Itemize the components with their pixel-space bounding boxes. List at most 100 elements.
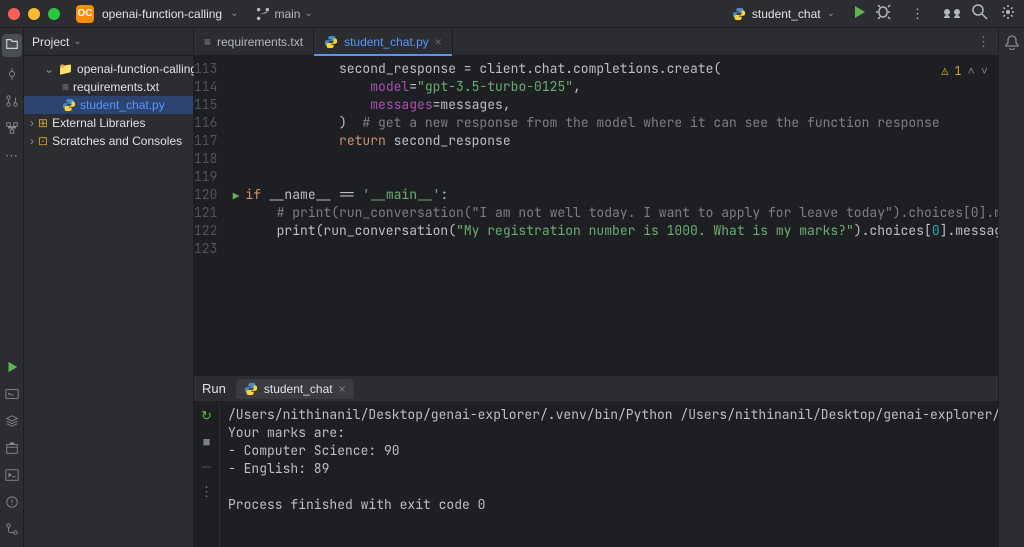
commit-tool-icon[interactable] xyxy=(5,67,19,84)
tab-student-chat[interactable]: student_chat.py × xyxy=(314,28,453,55)
tree-external-libraries[interactable]: › ⊞ External Libraries xyxy=(24,114,193,132)
python-icon xyxy=(244,382,258,396)
search-icon[interactable] xyxy=(972,4,988,23)
inspection-widget[interactable]: ⚠ 1 ˄ ˅ xyxy=(941,62,988,80)
chevron-down-icon: ⌄ xyxy=(304,8,312,19)
run-header: Run student_chat × xyxy=(194,376,1024,402)
tree-file-student-chat[interactable]: student_chat.py xyxy=(24,96,193,114)
project-name[interactable]: openai-function-calling xyxy=(102,7,222,21)
line-number: 122 xyxy=(194,222,225,240)
line-number: 113 xyxy=(194,60,225,78)
library-icon: ⊞ xyxy=(38,116,48,130)
file-icon: ≡ xyxy=(62,80,69,94)
close-window[interactable] xyxy=(8,8,20,20)
tab-label: student_chat.py xyxy=(344,35,429,49)
line-number: 123 xyxy=(194,240,225,258)
branch-selector[interactable]: main ⌄ xyxy=(256,7,312,21)
chevron-up-icon[interactable]: ˄ xyxy=(968,62,975,80)
maximize-window[interactable] xyxy=(48,8,60,20)
notifications-icon[interactable] xyxy=(1004,34,1020,53)
python-icon xyxy=(732,7,746,21)
run-button[interactable] xyxy=(851,4,867,23)
settings-icon[interactable] xyxy=(1000,4,1016,23)
bottom-left-rail xyxy=(0,352,24,547)
chevron-down-icon: ⌄ xyxy=(73,36,81,47)
scratches-label: Scratches and Consoles xyxy=(52,134,182,148)
chevron-down-icon: ⌄ xyxy=(44,62,54,76)
code-editor[interactable]: ⚠ 1 ˄ ˅ 113 114 115 116 117 118 119 120▶… xyxy=(194,56,998,375)
stop-icon[interactable]: ■ xyxy=(203,434,211,449)
close-tab-icon[interactable]: × xyxy=(435,35,442,49)
scratch-icon: ⊡ xyxy=(38,134,48,148)
debug-button[interactable] xyxy=(875,4,891,23)
version-control-icon[interactable] xyxy=(5,522,19,539)
more-tools-icon[interactable]: ⋯ xyxy=(5,148,18,164)
run-gutter-icon[interactable]: ▶ xyxy=(233,188,240,206)
pull-requests-icon[interactable] xyxy=(5,94,19,111)
rerun-icon[interactable]: ↻ xyxy=(201,408,212,424)
services-icon[interactable] xyxy=(5,414,19,431)
project-panel: Project ⌄ ⌄ 📁 openai-function-calling ~/… xyxy=(24,28,194,547)
tree-scratches[interactable]: › ⊡ Scratches and Consoles xyxy=(24,132,193,150)
python-packages-icon[interactable] xyxy=(5,441,19,458)
project-tree: ⌄ 📁 openai-function-calling ~/Des ≡ requ… xyxy=(24,56,193,154)
python-icon xyxy=(62,98,76,112)
code-content[interactable]: second_response = client.chat.completion… xyxy=(225,56,998,375)
editor-tabs: ≡ requirements.txt student_chat.py × ⋮ xyxy=(194,28,998,56)
right-tool-rail xyxy=(998,28,1024,547)
chevron-down-icon[interactable]: ⌄ xyxy=(230,8,238,19)
warning-icon: ⚠ xyxy=(941,62,948,80)
chevron-down-icon: ⌄ xyxy=(827,8,835,19)
tab-more-icon[interactable]: ⋮ xyxy=(969,34,998,50)
project-panel-header[interactable]: Project ⌄ xyxy=(24,28,193,56)
problems-icon[interactable] xyxy=(5,495,19,512)
project-tool-icon[interactable] xyxy=(2,34,22,57)
line-number: 114 xyxy=(194,78,225,96)
file-name: student_chat.py xyxy=(80,98,165,112)
file-icon: ≡ xyxy=(204,35,211,49)
line-number: 121 xyxy=(194,204,225,222)
more-icon[interactable]: ⋮ xyxy=(911,6,924,22)
line-number: 116 xyxy=(194,114,225,132)
titlebar: OC openai-function-calling ⌄ main ⌄ stud… xyxy=(0,0,1024,28)
python-icon xyxy=(324,35,338,49)
console-toolbar: ↻ ■ ─ ⋮ xyxy=(194,402,220,547)
tab-requirements[interactable]: ≡ requirements.txt xyxy=(194,28,314,55)
run-tab-label: student_chat xyxy=(264,382,333,396)
console-output[interactable]: /Users/nithinanil/Desktop/genai-explorer… xyxy=(220,402,1024,547)
terminal-icon[interactable] xyxy=(5,468,19,485)
minimize-window[interactable] xyxy=(28,8,40,20)
chevron-right-icon: › xyxy=(30,116,34,130)
external-label: External Libraries xyxy=(52,116,145,130)
line-number: 119 xyxy=(194,168,225,186)
line-number: 115 xyxy=(194,96,225,114)
warning-count: 1 xyxy=(954,62,961,80)
run-tab[interactable]: student_chat × xyxy=(236,379,354,399)
run-configuration[interactable]: student_chat ⌄ xyxy=(732,7,835,21)
python-console-icon[interactable] xyxy=(5,387,19,404)
chevron-down-icon[interactable]: ˅ xyxy=(981,62,988,80)
run-config-name: student_chat xyxy=(752,7,821,21)
structure-tool-icon[interactable] xyxy=(5,121,19,138)
gutter: 113 114 115 116 117 118 119 120▶ 121 122… xyxy=(194,56,225,375)
run-panel: Run student_chat × ↻ ■ ─ ⋮ /Users/nithin… xyxy=(194,375,998,547)
branch-name: main xyxy=(274,7,300,21)
branch-icon xyxy=(256,7,270,21)
line-number: 118 xyxy=(194,150,225,168)
tree-file-requirements[interactable]: ≡ requirements.txt xyxy=(24,78,193,96)
folder-icon: 📁 xyxy=(58,62,73,76)
code-with-me-icon[interactable] xyxy=(944,4,960,23)
run-tool-icon[interactable] xyxy=(5,360,19,377)
console-more-icon[interactable]: ⋮ xyxy=(200,484,213,500)
run-title: Run xyxy=(202,381,226,396)
traffic-lights xyxy=(8,8,60,20)
tree-root[interactable]: ⌄ 📁 openai-function-calling ~/Des xyxy=(24,60,193,78)
editor-area: ≡ requirements.txt student_chat.py × ⋮ ⚠… xyxy=(194,28,998,547)
file-name: requirements.txt xyxy=(73,80,159,94)
line-number: 120▶ xyxy=(194,186,225,204)
panel-title: Project xyxy=(32,35,69,49)
chevron-right-icon: › xyxy=(30,134,34,148)
project-badge: OC xyxy=(76,5,94,23)
close-icon[interactable]: × xyxy=(339,382,346,396)
root-name: openai-function-calling xyxy=(77,62,197,76)
